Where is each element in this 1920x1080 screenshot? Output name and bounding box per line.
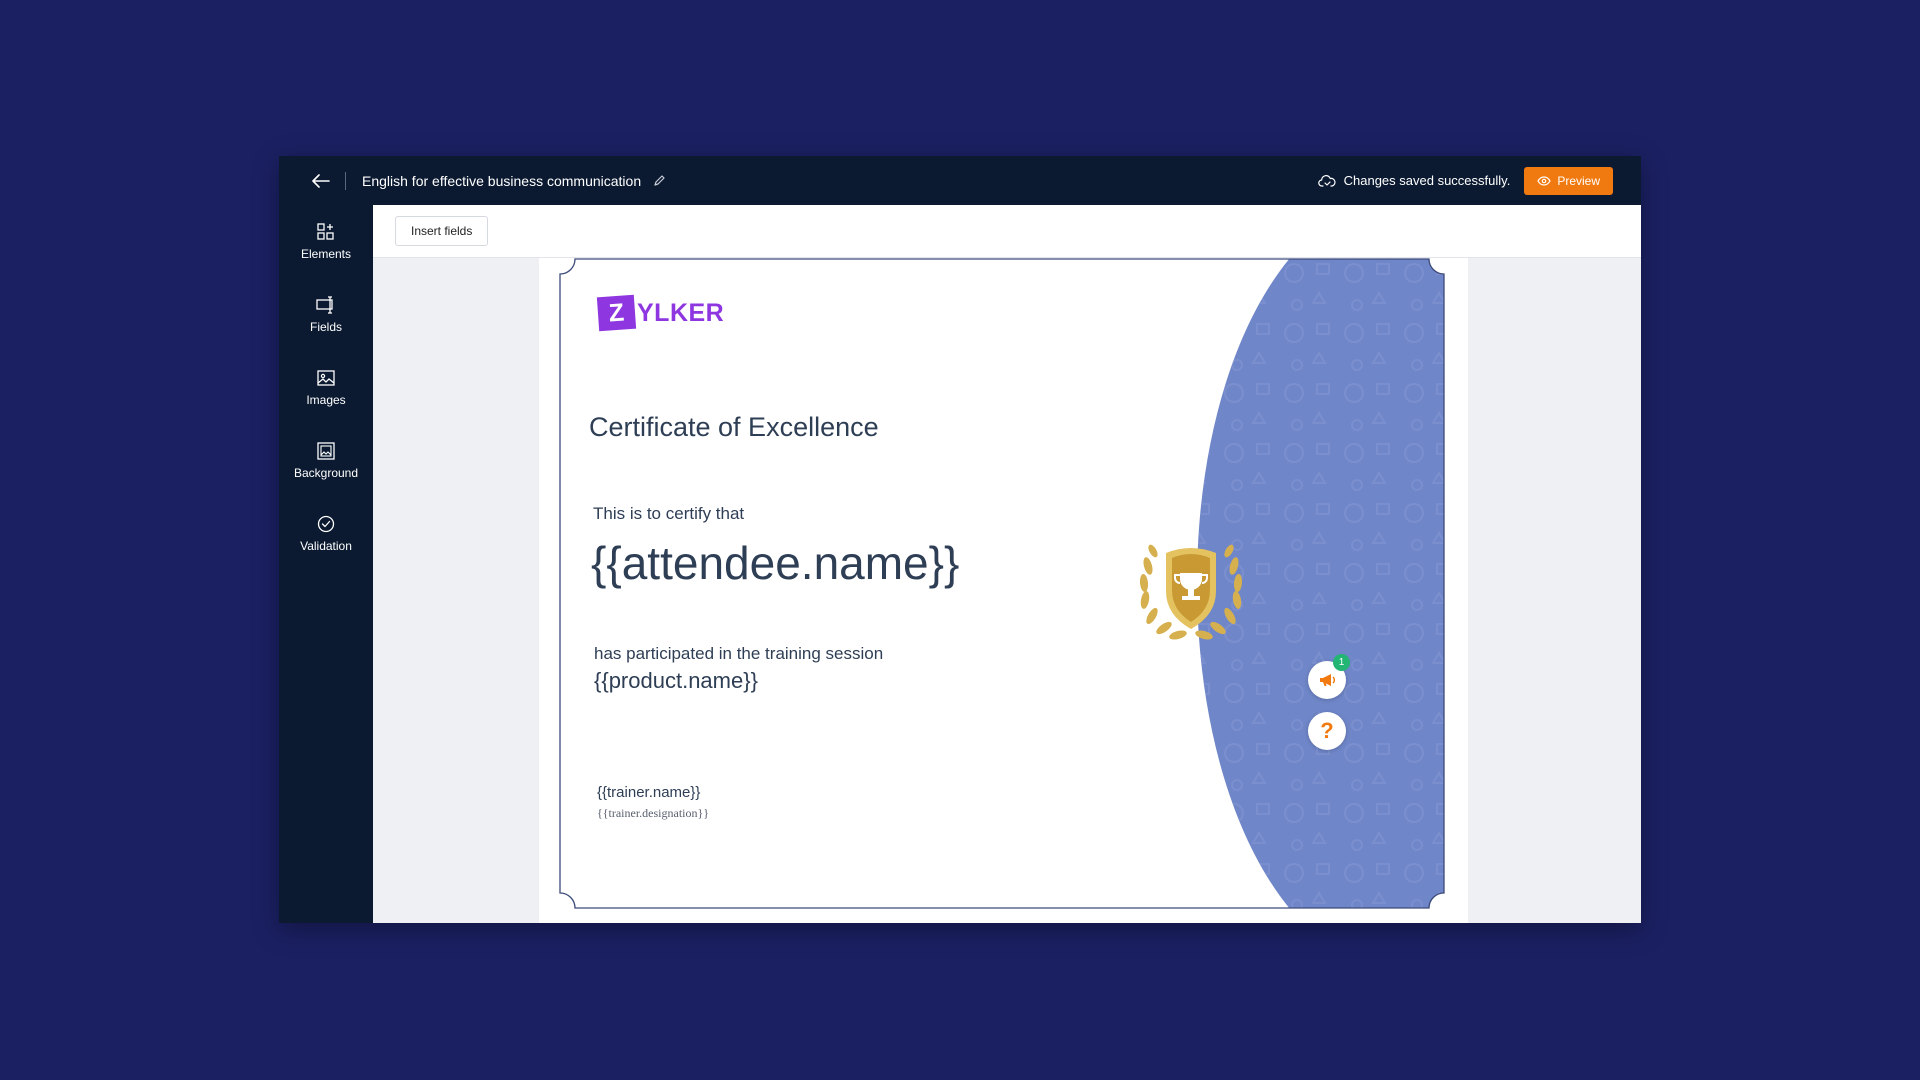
participation-text[interactable]: has participated in the training session: [594, 644, 883, 664]
sidebar-item-label: Validation: [300, 539, 352, 553]
fields-icon: [316, 296, 333, 314]
preview-button-label: Preview: [1557, 173, 1600, 188]
eye-icon: [1537, 175, 1551, 186]
trainer-name-field[interactable]: {{trainer.name}}: [597, 784, 700, 801]
sidebar-item-label: Background: [293, 466, 359, 480]
sidebar: Elements Fields Images Background Valida…: [279, 205, 373, 923]
megaphone-icon: [1320, 674, 1335, 686]
logo-mark: Z: [596, 294, 637, 332]
zylker-logo: Z YLKER: [596, 294, 725, 332]
preview-button[interactable]: Preview: [1524, 166, 1613, 195]
product-name-field[interactable]: {{product.name}}: [594, 668, 758, 694]
pencil-icon: [654, 175, 665, 186]
image-icon: [317, 370, 335, 386]
elements-icon: [317, 223, 334, 240]
certify-text[interactable]: This is to certify that: [593, 504, 744, 524]
editor-canvas: Z YLKER Certificate of Excellence This i…: [373, 258, 1641, 923]
certificate-page[interactable]: Z YLKER Certificate of Excellence This i…: [539, 258, 1468, 923]
certificate-title[interactable]: Certificate of Excellence: [589, 412, 879, 443]
sidebar-item-elements[interactable]: Elements: [279, 205, 373, 278]
divider: [345, 171, 346, 190]
certificate-editor-window: English for effective business communica…: [279, 156, 1641, 923]
check-circle-icon: [317, 515, 335, 533]
sidebar-item-background[interactable]: Background: [279, 424, 373, 497]
sidebar-item-label: Images: [306, 393, 346, 407]
edit-title-button[interactable]: [653, 174, 666, 187]
notification-badge: 1: [1333, 654, 1350, 671]
trophy-badge-icon[interactable]: [1126, 521, 1256, 651]
insert-fields-button[interactable]: Insert fields: [395, 216, 489, 246]
save-status: Changes saved successfully.: [1317, 173, 1511, 188]
sidebar-item-label: Elements: [300, 247, 352, 261]
top-bar-actions: Changes saved successfully. Preview: [1317, 166, 1641, 195]
sidebar-item-validation[interactable]: Validation: [279, 497, 373, 570]
back-button[interactable]: [301, 156, 341, 205]
background-icon: [317, 442, 335, 460]
top-bar: English for effective business communica…: [279, 156, 1641, 205]
certificate: Z YLKER Certificate of Excellence This i…: [559, 258, 1445, 909]
sidebar-item-images[interactable]: Images: [279, 351, 373, 424]
help-button[interactable]: ?: [1308, 712, 1346, 750]
attendee-name-field[interactable]: {{attendee.name}}: [591, 536, 959, 590]
trainer-designation-field[interactable]: {{trainer.designation}}: [597, 806, 709, 821]
arrow-left-icon: [312, 173, 330, 188]
cloud-check-icon: [1317, 175, 1336, 187]
sidebar-item-fields[interactable]: Fields: [279, 278, 373, 351]
document-title: English for effective business communica…: [362, 172, 642, 189]
save-status-text: Changes saved successfully.: [1343, 173, 1511, 188]
editor-toolbar: Insert fields: [373, 205, 1641, 258]
sidebar-item-label: Fields: [309, 320, 342, 334]
logo-text: YLKER: [637, 298, 725, 327]
